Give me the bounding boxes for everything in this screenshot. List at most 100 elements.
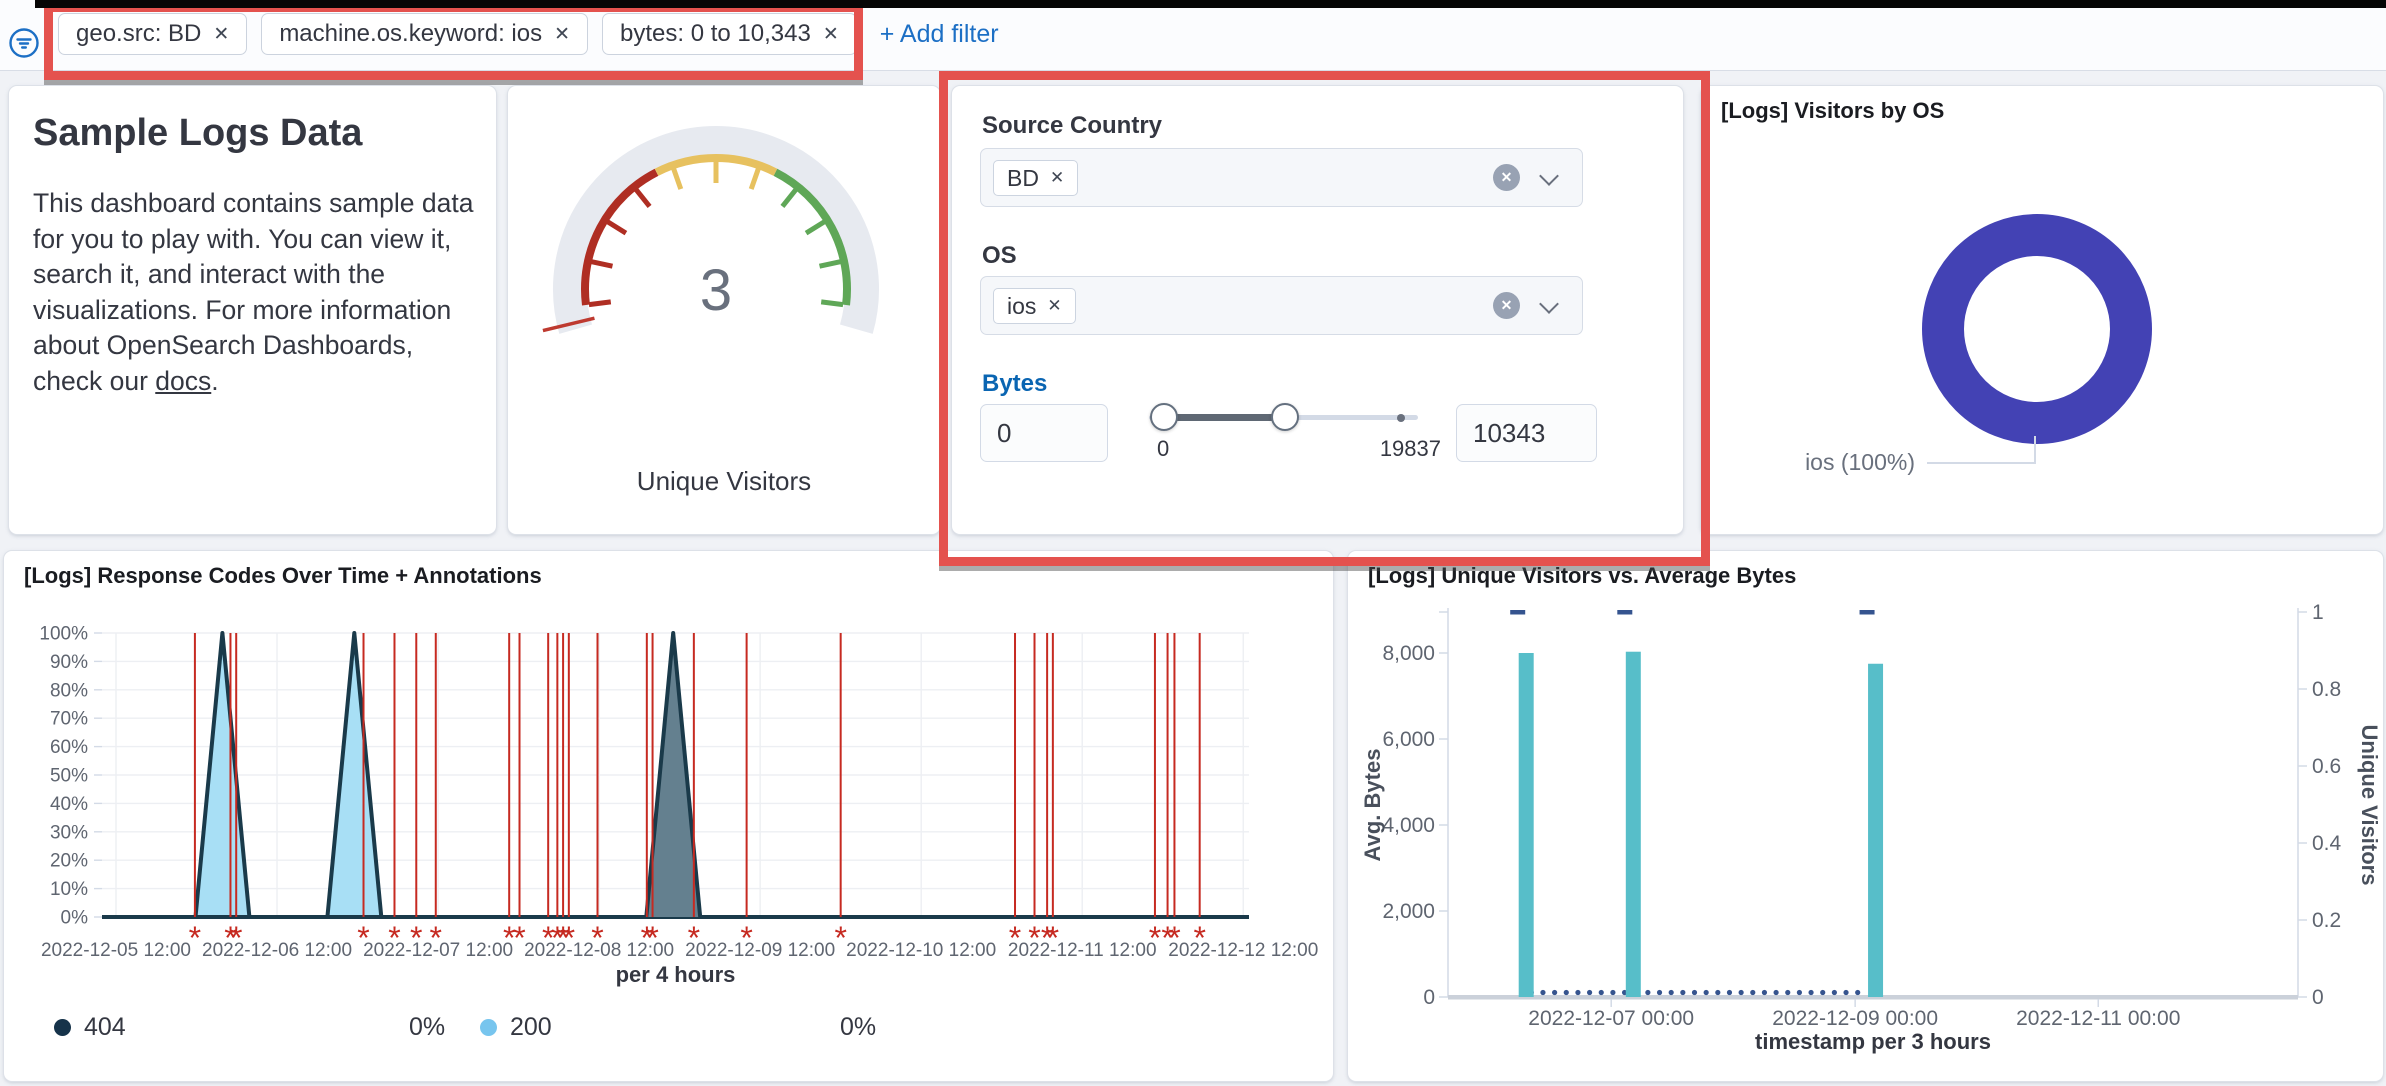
filter-pill-geo-src[interactable]: geo.src: BD ✕: [58, 13, 247, 55]
right-tick-label: 0.4: [2312, 832, 2342, 855]
annotation-marker: *: [1028, 920, 1040, 956]
zero-dot: [1832, 990, 1837, 995]
avg-bytes-bar[interactable]: [1868, 664, 1883, 997]
remove-option-icon[interactable]: ✕: [1047, 296, 1061, 316]
gauge-label: Unique Visitors: [508, 466, 940, 497]
remove-filter-icon[interactable]: ✕: [554, 25, 570, 44]
source-country-selected-pill[interactable]: BD ✕: [993, 160, 1078, 196]
unique-visitors-marker: [1860, 610, 1875, 615]
sample-logs-title: Sample Logs Data: [33, 112, 362, 155]
zero-dot: [1739, 990, 1744, 995]
annotation-marker: *: [357, 920, 369, 956]
legend-item-404[interactable]: 404: [54, 1013, 126, 1042]
annotation-marker: *: [646, 920, 658, 956]
os-combobox[interactable]: ios ✕ ✕: [980, 276, 1583, 335]
visitors-vs-bytes-bar-chart[interactable]: 02,0004,0006,0008,00000.20.40.60.812022-…: [1348, 551, 2383, 1081]
filter-pill-label: machine.os.keyword: ios: [279, 20, 542, 48]
legend-value-404: 0%: [409, 1013, 445, 1042]
panel-title: [Logs] Visitors by OS: [1721, 98, 1944, 124]
zero-dot: [1820, 990, 1825, 995]
remove-filter-icon[interactable]: ✕: [823, 25, 839, 44]
zero-dot: [1564, 990, 1569, 995]
bytes-min-input[interactable]: [980, 404, 1108, 462]
gauge-tick: [820, 262, 841, 267]
y-tick-label: 40%: [50, 794, 88, 815]
right-tick-label: 0: [2312, 986, 2324, 1009]
annotation-marker: *: [388, 920, 400, 956]
zero-dot: [1657, 990, 1662, 995]
gauge-tick: [591, 262, 612, 267]
unique-visitors-gauge[interactable]: 3: [508, 86, 940, 466]
gauge-tick: [636, 189, 650, 206]
slider-max-label: 19837: [1380, 436, 1441, 462]
x-tick-label: 2022-12-12 12:00: [1168, 940, 1318, 961]
avg-bytes-bar[interactable]: [1626, 652, 1641, 997]
gauge-tick: [782, 189, 796, 206]
filter-pill-label: geo.src: BD: [76, 20, 201, 48]
bytes-max-input[interactable]: [1456, 404, 1597, 462]
y-tick-label: 70%: [50, 709, 88, 730]
legend-label: 0%: [840, 1013, 876, 1042]
unique-visitors-marker: [1617, 610, 1632, 615]
x-tick-label: 2022-12-11 00:00: [2016, 1007, 2180, 1030]
x-axis-title: timestamp per 3 hours: [1755, 1029, 1991, 1054]
os-selected-pill[interactable]: ios ✕: [993, 288, 1076, 324]
right-tick-label: 0.2: [2312, 909, 2341, 932]
docs-link[interactable]: docs: [155, 366, 211, 396]
chevron-down-icon[interactable]: [1539, 294, 1559, 314]
slider-thumb-max[interactable]: [1271, 403, 1299, 431]
right-tick-label: 0.8: [2312, 678, 2341, 701]
unique-visitors-marker: [1510, 610, 1525, 615]
gauge-tick: [751, 168, 758, 189]
panel-title: [Logs] Unique Visitors vs. Average Bytes: [1368, 563, 1796, 589]
zero-dot: [1680, 990, 1685, 995]
gauge-tick: [589, 302, 611, 305]
visitors-by-os-donut-chart[interactable]: ios (100%): [1701, 86, 2383, 534]
filter-circle-icon[interactable]: [8, 27, 40, 59]
gauge-tick: [673, 168, 680, 189]
slider-selected-range: [1163, 414, 1285, 421]
source-country-combobox[interactable]: BD ✕ ✕: [980, 148, 1583, 207]
legend-label: 0%: [409, 1013, 445, 1042]
add-filter-button[interactable]: + Add filter: [880, 20, 999, 49]
left-tick-label: 8,000: [1382, 642, 1435, 665]
remove-option-icon[interactable]: ✕: [1050, 168, 1064, 188]
zero-dot: [1575, 990, 1580, 995]
bytes-range-slider: 0 19837: [1149, 404, 1441, 464]
slider-thumb-min[interactable]: [1150, 403, 1178, 431]
annotation-marker: *: [591, 920, 603, 956]
zero-dot: [1808, 990, 1813, 995]
os-value: ios: [1007, 293, 1036, 320]
annotation-marker: *: [430, 920, 442, 956]
legend-item-200[interactable]: 200: [480, 1013, 552, 1042]
annotation-marker: *: [230, 920, 242, 956]
legend-swatch: [480, 1019, 497, 1036]
zero-dot: [1587, 990, 1592, 995]
annotation-marker: *: [688, 920, 700, 956]
y-tick-label: 80%: [50, 680, 88, 701]
panel-unique-visitors-gauge: 3 Unique Visitors: [507, 85, 941, 535]
top-black-strip: [35, 0, 2386, 8]
x-tick-label: 2022-12-09 12:00: [685, 940, 835, 961]
legend-label: 404: [84, 1013, 126, 1042]
source-country-value: BD: [1007, 165, 1039, 192]
avg-bytes-bar[interactable]: [1519, 653, 1534, 997]
zero-dot: [1843, 990, 1848, 995]
response-codes-area-chart[interactable]: 0%10%20%30%40%50%60%70%80%90%100%2022-12…: [4, 551, 1333, 1011]
remove-filter-icon[interactable]: ✕: [213, 25, 229, 44]
filter-pill-bytes[interactable]: bytes: 0 to 10,343 ✕: [602, 13, 857, 55]
chevron-down-icon[interactable]: [1539, 166, 1559, 186]
panel-input-controls: Source Country BD ✕ ✕ OS ios ✕ ✕ Bytes: [951, 85, 1684, 535]
gauge-tick: [607, 222, 626, 234]
bytes-label: Bytes: [982, 370, 1047, 398]
legend-value-200: 0%: [840, 1013, 876, 1042]
filter-pill-machine-os[interactable]: machine.os.keyword: ios ✕: [261, 13, 588, 55]
zero-dot: [1610, 990, 1615, 995]
clear-selection-icon[interactable]: ✕: [1493, 164, 1520, 191]
zero-dot: [1704, 990, 1709, 995]
chart-legend: 404 0% 200 0%: [4, 1013, 1333, 1053]
gauge-value: 3: [700, 258, 732, 323]
sample-logs-text: This dashboard contains sample data for …: [33, 188, 473, 396]
clear-selection-icon[interactable]: ✕: [1493, 292, 1520, 319]
zero-dot: [1762, 990, 1767, 995]
